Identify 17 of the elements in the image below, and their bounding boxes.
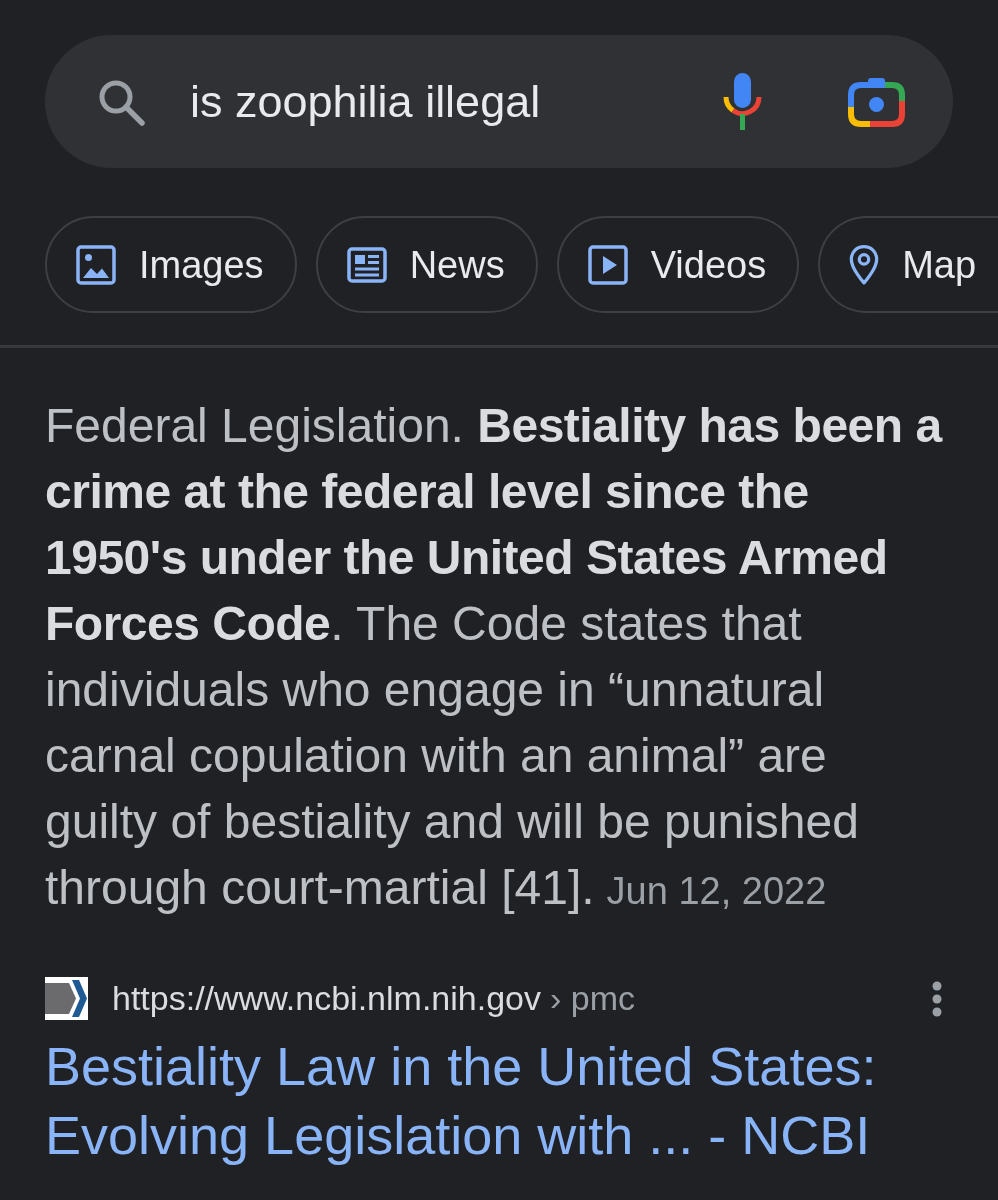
microphone-icon[interactable]	[722, 73, 763, 130]
map-pin-icon	[849, 243, 880, 286]
snippet-text: Federal Legislation. Bestiality has been a crime at the federal level since the 1950's under the United States Armed Forces Code. The Code states that individuals who engage in “unnatural carnal copulation with an animal” are guilty of bestiality and will be punished through court-martial [41]. Jun 12, 2022	[45, 398, 944, 916]
filter-chip[interactable]: Videos	[556, 216, 800, 313]
picture-icon	[76, 244, 116, 285]
newspaper-icon	[346, 244, 387, 285]
search-input[interactable]: is zoophilia illegal	[190, 71, 692, 132]
result-url: https://www.ncbi.nlm.nih.gov	[112, 978, 541, 1019]
chevron-favicon-icon	[45, 977, 88, 1020]
camera-icon[interactable]	[848, 76, 905, 127]
filter-chip[interactable]: Map	[818, 216, 998, 313]
play-icon	[587, 244, 628, 285]
result-breadcrumb: › pmc	[549, 978, 635, 1019]
more-options-icon[interactable]	[932, 980, 942, 1017]
filter-chip[interactable]: News	[315, 216, 538, 313]
result-title-link[interactable]: Bestiality Law in the United States: Evolving Legislation with ... - NCBI	[45, 1032, 953, 1170]
filter-chip[interactable]: Images	[45, 216, 297, 313]
